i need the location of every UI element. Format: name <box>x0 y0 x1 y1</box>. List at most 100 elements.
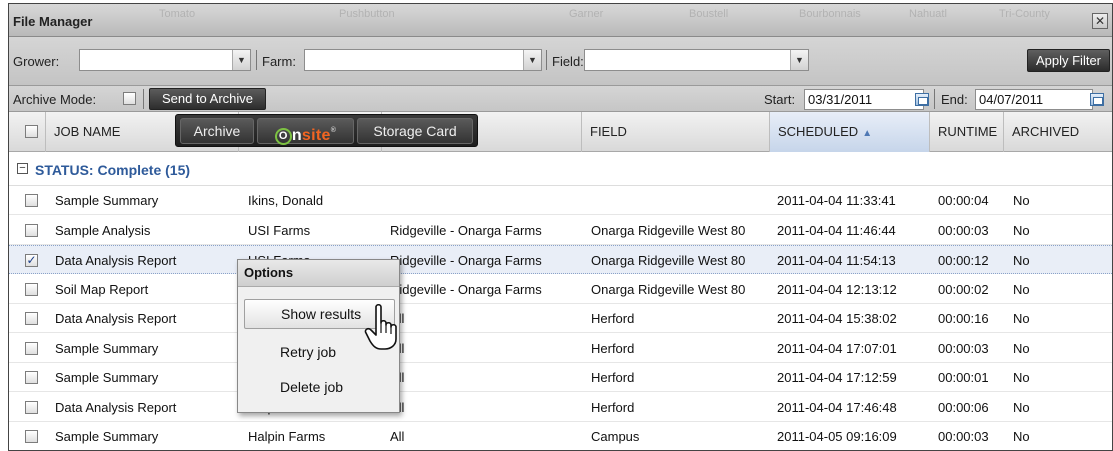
cell-archived: No <box>1013 311 1030 326</box>
cell-scheduled: 2011-04-04 11:46:44 <box>777 222 896 238</box>
select-all-checkbox[interactable] <box>25 125 38 138</box>
table-row[interactable]: Sample Analysis USI Farms Ridgeville - Ona… <box>9 216 1112 245</box>
cell-runtime: 00:00:16 <box>938 311 989 326</box>
archive-mode-checkbox[interactable] <box>123 92 136 105</box>
background-ghost-text: Garner <box>569 8 604 20</box>
grower-dropdown[interactable]: ▼ <box>79 49 251 71</box>
title-bar: Tomato Pushbutton Garner Boustell Bourbo… <box>9 4 1112 37</box>
grower-label: Grower: <box>13 54 60 69</box>
field-dropdown[interactable]: ▼ <box>584 49 809 71</box>
cell-runtime: 00:00:01 <box>938 370 989 385</box>
select-all-cell <box>9 112 46 152</box>
cell-job-name: Sample Summary <box>55 370 159 385</box>
row-checkbox[interactable] <box>25 312 38 325</box>
end-label: End: <box>941 92 968 107</box>
tab-archive[interactable]: Archive <box>180 118 254 144</box>
cell-runtime: 00:00:06 <box>938 399 989 415</box>
cell-field: Onarga Ridgeville West 80 <box>591 281 746 297</box>
cell-archived: No <box>1013 281 1030 297</box>
row-checkbox[interactable] <box>25 223 38 237</box>
row-checkbox[interactable] <box>25 430 38 443</box>
filter-bar: Grower: ▼ Farm: ▼ Field: ▼ Apply Filter <box>9 37 1112 86</box>
cell-job-name: Data Analysis Report <box>55 253 177 268</box>
onsite-logo-site: site <box>301 127 331 144</box>
file-manager-window: Tomato Pushbutton Garner Boustell Bourbo… <box>8 3 1113 451</box>
separator <box>143 89 144 109</box>
background-ghost-text: Boustell <box>689 8 729 20</box>
row-checkbox[interactable] <box>25 194 38 207</box>
end-date-field[interactable]: 04/07/2011 <box>975 89 1093 110</box>
delete-job-menu-item[interactable]: Delete job <box>244 373 395 403</box>
cell-scheduled: 2011-04-04 17:12:59 <box>777 370 897 385</box>
source-tab-bar: Archive Onsite® Storage Card <box>175 114 478 147</box>
close-icon: ✕ <box>1094 14 1106 28</box>
cell-scheduled: 2011-04-04 15:38:02 <box>777 311 897 326</box>
cell-runtime: 00:00:04 <box>938 193 989 208</box>
cell-field: Herford <box>591 370 635 385</box>
cell-runtime: 00:00:02 <box>938 281 989 297</box>
onsite-logo: Onsite® <box>274 127 337 145</box>
row-checkbox[interactable] <box>25 282 38 296</box>
table-row[interactable]: Sample SummaryAllHerford2011-04-04 17:07… <box>9 334 1112 363</box>
cell-scheduled: 2011-04-04 17:07:01 <box>777 340 897 356</box>
cell-field: Onarga Ridgeville West 80 <box>591 222 746 238</box>
column-runtime[interactable]: RUNTIME <box>930 112 1004 152</box>
status-group-label: STATUS: Complete (15) <box>35 162 191 178</box>
cell-job-name: Data Analysis Report <box>55 399 177 415</box>
cell-job-name: Sample Summary <box>55 429 159 444</box>
archive-mode-label: Archive Mode: <box>13 92 97 107</box>
dropdown-arrow-icon[interactable]: ▼ <box>232 50 250 70</box>
onsite-logo-n: n <box>291 127 302 144</box>
farm-dropdown[interactable]: ▼ <box>304 49 542 71</box>
table-row[interactable]: ✓Data Analysis ReportUSI FarmsRidgeville… <box>9 245 1112 274</box>
send-to-archive-button[interactable]: Send to Archive <box>149 88 266 110</box>
cell-archived: No <box>1013 222 1030 238</box>
cell-field: Herford <box>591 340 635 356</box>
row-checkbox[interactable] <box>25 341 38 355</box>
column-archived[interactable]: ARCHIVED <box>1004 112 1112 152</box>
tab-onsite[interactable]: Onsite® <box>257 118 354 145</box>
column-scheduled-label: SCHEDULED <box>778 124 859 139</box>
hand-cursor-icon <box>364 303 397 350</box>
cell-archived: No <box>1013 399 1030 415</box>
cell-scheduled: 2011-04-05 09:16:09 <box>777 429 897 444</box>
background-ghost-text: Pushbutton <box>339 8 395 20</box>
separator <box>546 50 547 70</box>
start-date-field[interactable]: 03/31/2011 <box>804 89 924 110</box>
background-ghost-text: Bourbonnais <box>799 8 861 20</box>
table-row[interactable]: Sample SummaryAllHerford2011-04-04 17:12… <box>9 363 1112 392</box>
cell-runtime: 00:00:12 <box>938 253 989 268</box>
table-row[interactable]: Data Analysis ReportAllHerford2011-04-04… <box>9 304 1112 333</box>
cell-job-name: Soil Map Report <box>55 281 149 297</box>
separator <box>934 89 935 109</box>
apply-filter-button[interactable]: Apply Filter <box>1027 49 1110 72</box>
cell-farm: Ridgeville - Onarga Farms <box>390 222 542 238</box>
cell-job-name: Sample Analysis <box>55 222 151 238</box>
cell-field: Herford <box>591 311 635 326</box>
options-menu-title: Options <box>238 260 399 287</box>
table-row[interactable]: Data Analysis ReportHalpin FarmsAllHerfo… <box>9 393 1112 422</box>
dropdown-arrow-icon[interactable]: ▼ <box>790 50 808 70</box>
row-checkbox[interactable] <box>25 371 38 384</box>
collapse-icon[interactable]: − <box>17 163 28 174</box>
cell-archived: No <box>1013 193 1030 208</box>
tab-storage-card[interactable]: Storage Card <box>357 118 473 144</box>
cell-farm: All <box>390 429 405 444</box>
row-checkbox[interactable] <box>25 400 38 414</box>
column-scheduled[interactable]: SCHEDULED ▲ <box>770 112 930 152</box>
table-row[interactable]: Sample Summary Ikins, Donald 2011-04-04 11… <box>9 186 1112 215</box>
cell-runtime: 00:00:03 <box>938 429 989 444</box>
cell-archived: No <box>1013 370 1030 385</box>
field-label: Field: <box>552 54 584 69</box>
start-label: Start: <box>764 92 796 107</box>
status-group-row[interactable]: − STATUS: Complete (15) <box>9 152 1112 186</box>
calendar-icon[interactable] <box>1090 93 1104 106</box>
dropdown-arrow-icon[interactable]: ▼ <box>523 50 541 70</box>
table-row[interactable]: Sample Summary Halpin Farms All Campus 2011-… <box>9 422 1112 450</box>
calendar-icon[interactable] <box>915 93 929 106</box>
onsite-logo-tm: ® <box>330 127 337 134</box>
column-field[interactable]: FIELD <box>582 112 770 152</box>
row-checkbox[interactable]: ✓ <box>25 254 38 267</box>
table-row[interactable]: Soil Map Report Ridgeville - Onarga Farms… <box>9 275 1112 304</box>
close-button[interactable]: ✕ <box>1092 13 1108 29</box>
